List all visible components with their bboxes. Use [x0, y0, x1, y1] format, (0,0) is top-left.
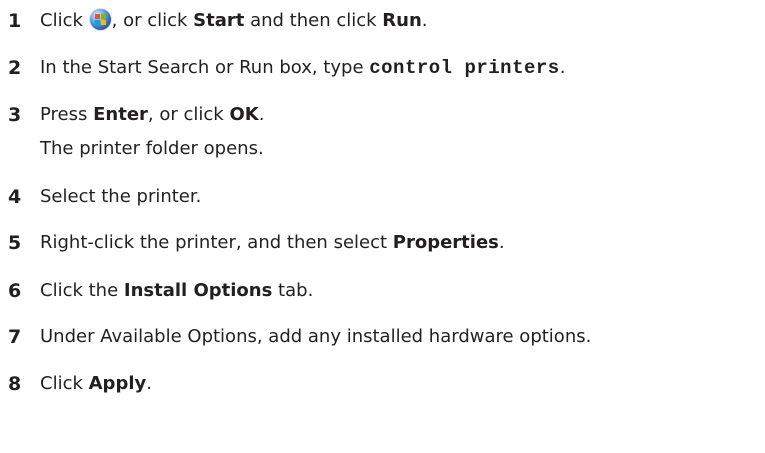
ui-term: Properties: [392, 232, 499, 253]
windows-start-orb-icon: [89, 9, 111, 30]
text-run: and then click: [244, 10, 383, 31]
text-run: tab.: [272, 280, 314, 301]
ui-term: Apply: [88, 373, 147, 394]
text-run: , or click: [147, 104, 230, 125]
step-number: 6: [8, 280, 22, 302]
step-number: 4: [8, 186, 22, 208]
ui-term: Enter: [93, 104, 148, 125]
step-text: Click Apply.: [40, 370, 152, 398]
step-text: Right-click the printer, and then select…: [40, 229, 505, 257]
step-number: 8: [8, 373, 22, 395]
instruction-steps: 1 Click , or click Start and then click …: [0, 0, 765, 453]
text-run: .: [498, 232, 505, 253]
text-run: .: [146, 373, 152, 394]
ui-term: Install Options: [123, 280, 273, 301]
step-text: Select the printer.: [40, 186, 202, 207]
step-number: 3: [8, 104, 22, 126]
text-run: Click: [40, 373, 89, 394]
command-code: control printers: [369, 57, 560, 79]
ui-term: Start: [193, 10, 245, 31]
text-run: In the Start Search or Run box, type: [40, 57, 370, 78]
ui-term: Run: [382, 10, 422, 31]
step-text: Click the Install Options tab.: [40, 277, 313, 305]
step-result-text: The printer folder opens.: [40, 138, 264, 159]
text-run: .: [258, 104, 265, 125]
step-number: 1: [8, 10, 22, 32]
step-text: Press Enter, or click OK.: [40, 101, 264, 129]
step-text: In the Start Search or Run box, type con…: [40, 54, 565, 82]
text-run: Right-click the printer, and then select: [40, 232, 393, 253]
text-run: Press: [40, 104, 94, 125]
text-run: , or click: [111, 10, 194, 31]
text-run: .: [559, 57, 566, 78]
text-run: .: [421, 10, 428, 31]
ui-term: OK: [229, 104, 259, 125]
text-run: Click the: [40, 280, 124, 301]
step-number: 7: [8, 326, 22, 348]
step-text: Click , or click Start and then click Ru…: [40, 7, 428, 35]
step-number: 5: [8, 232, 22, 254]
step-text: Under Available Options, add any install…: [40, 326, 592, 347]
step-number: 2: [8, 57, 22, 79]
text-run: Click: [40, 10, 89, 31]
